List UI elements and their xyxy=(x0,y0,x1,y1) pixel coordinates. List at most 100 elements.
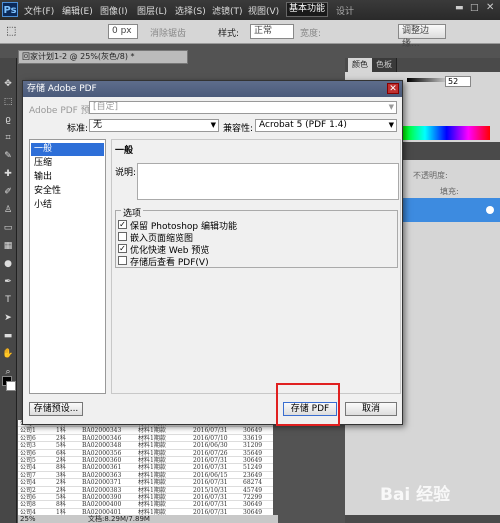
healing-icon[interactable]: ✚ xyxy=(2,168,14,180)
close-icon[interactable]: ✕ xyxy=(387,83,399,94)
cancel-button[interactable]: 取消 xyxy=(345,402,397,416)
stamp-icon[interactable]: ♙ xyxy=(2,204,14,216)
table-cell: 材料1期款 xyxy=(138,501,166,509)
table-cell: 公司6 xyxy=(20,494,36,501)
table-cell: 5科 xyxy=(56,442,66,450)
layers-fill-label: 填充: xyxy=(440,187,459,196)
keep-editing-checkbox[interactable]: ✓ xyxy=(118,220,127,229)
table-cell: 2科 xyxy=(56,486,66,494)
menu-select[interactable]: 选择(S) xyxy=(175,4,206,17)
table-cell: 公司2 xyxy=(20,486,36,494)
refine-edge-button[interactable]: 调整边缘... xyxy=(398,24,446,49)
category-output[interactable]: 输出 xyxy=(31,171,104,184)
table-cell: 23649 xyxy=(243,471,263,479)
menu-filter[interactable]: 滤镜(T) xyxy=(212,4,243,17)
width-label: 宽度: xyxy=(300,29,322,39)
document-size: 文档:8.29M/7.89M xyxy=(88,515,150,523)
lasso-icon[interactable]: ϱ xyxy=(2,114,14,126)
table-cell: BA02000400 xyxy=(82,501,122,509)
table-row: 公司8 8科 BA02000400 材料1期款 2016/07/31 30649 xyxy=(18,501,273,509)
table-cell: 33619 xyxy=(243,434,263,442)
embed-thumbnails-checkbox[interactable] xyxy=(118,232,127,241)
tab-swatches[interactable]: 色板 xyxy=(372,58,397,72)
chevron-down-icon: ▼ xyxy=(210,121,216,129)
standard-select[interactable]: 无 ▼ xyxy=(89,119,219,132)
eraser-icon[interactable]: ▭ xyxy=(2,222,14,234)
document-canvas[interactable]: 公司66科BA02000339材料1期款2015/07/0120615公司11科… xyxy=(18,420,273,517)
table-cell: 公司7 xyxy=(20,471,36,479)
menu-image[interactable]: 图像(I) xyxy=(100,4,128,17)
table-cell: 3科 xyxy=(56,471,66,479)
maximize-icon[interactable]: □ xyxy=(470,3,480,15)
standard-label: 标准: xyxy=(67,124,89,134)
compat-label: 兼容性: xyxy=(223,124,254,134)
table-cell: 公司6 xyxy=(20,434,36,442)
document-tab[interactable]: 回家计划1-2 @ 25%(灰色/8) * xyxy=(18,50,188,64)
category-summary[interactable]: 小结 xyxy=(31,199,104,212)
pen-icon[interactable]: ✒ xyxy=(2,276,14,288)
layer-lock-icon xyxy=(486,206,494,214)
type-icon[interactable]: T xyxy=(2,294,14,306)
table-cell: BA02000343 xyxy=(82,427,122,435)
feather-input[interactable]: 0 px xyxy=(108,24,138,39)
table-cell: 30649 xyxy=(243,427,263,435)
table-cell: 2016/07/31 xyxy=(193,427,228,435)
table-cell: BA02000371 xyxy=(82,479,122,487)
dialog-title: 存储 Adobe PDF xyxy=(23,81,402,97)
close-icon[interactable]: ✕ xyxy=(486,2,496,14)
compat-select[interactable]: Acrobat 5 (PDF 1.4) ▼ xyxy=(255,119,397,132)
menu-edit[interactable]: 编辑(E) xyxy=(62,4,93,17)
table-cell: 35649 xyxy=(243,449,263,457)
eyedropper-icon[interactable]: ✎ xyxy=(2,150,14,162)
shape-icon[interactable]: ▬ xyxy=(2,330,14,342)
table-cell: 材料1期款 xyxy=(138,427,166,435)
menu-view[interactable]: 视图(V) xyxy=(248,4,279,17)
status-bar: 25% 文档:8.29M/7.89M xyxy=(18,515,278,523)
marquee-tool-icon[interactable]: ⬚ xyxy=(6,24,16,37)
path-select-icon[interactable]: ➤ xyxy=(2,312,14,324)
background-color[interactable] xyxy=(6,381,16,391)
category-compression[interactable]: 压缩 xyxy=(31,157,104,170)
table-cell: 5科 xyxy=(56,494,66,501)
chevron-down-icon: ▼ xyxy=(388,121,394,129)
workspace-design[interactable]: 设计 xyxy=(336,4,354,17)
antialias-checkbox[interactable]: 消除锯齿 xyxy=(150,26,186,39)
table-cell: 材料1期款 xyxy=(138,434,166,442)
selected-layer[interactable] xyxy=(400,198,500,222)
options-bar: ⬚ 0 px 消除锯齿 样式: 正常 宽度: 调整边缘... xyxy=(0,20,500,49)
marquee-icon[interactable]: ⬚ xyxy=(2,96,14,108)
zoom-level[interactable]: 25% xyxy=(20,515,36,523)
table-cell: 6科 xyxy=(56,449,66,457)
hand-icon[interactable]: ✋ xyxy=(2,348,14,360)
table-cell: 公司4 xyxy=(20,464,36,472)
description-label: 说明: xyxy=(115,168,137,178)
save-preset-button[interactable]: 存储预设... xyxy=(29,402,83,416)
description-field[interactable] xyxy=(137,163,399,200)
baidu-watermark: Bai 经验 xyxy=(380,485,451,505)
style-select[interactable]: 正常 xyxy=(250,24,294,39)
compat-value: Acrobat 5 (PDF 1.4) xyxy=(259,120,347,130)
crop-icon[interactable]: ⌗ xyxy=(2,132,14,144)
table-cell: 8科 xyxy=(56,501,66,509)
workspace-button[interactable]: 基本功能 xyxy=(286,2,328,17)
table-cell: 材料1期款 xyxy=(138,442,166,450)
table-cell: 51249 xyxy=(243,464,263,472)
table-cell: 2016/07/31 xyxy=(193,494,228,501)
minimize-icon[interactable]: ▬ xyxy=(455,3,465,15)
gradient-icon[interactable]: ▦ xyxy=(2,240,14,252)
category-general[interactable]: 一般 xyxy=(31,143,104,156)
table-cell: 30649 xyxy=(243,501,263,509)
menu-layer[interactable]: 图层(L) xyxy=(137,4,167,17)
menu-file[interactable]: 文件(F) xyxy=(24,4,54,17)
fast-web-view-checkbox[interactable]: ✓ xyxy=(118,244,127,253)
table-cell: 公司8 xyxy=(20,501,36,509)
category-security[interactable]: 安全性 xyxy=(31,185,104,198)
dodge-icon[interactable]: ● xyxy=(2,258,14,270)
move-tool-icon[interactable]: ✥ xyxy=(2,78,14,90)
view-after-save-checkbox[interactable] xyxy=(118,256,127,265)
brush-icon[interactable]: ✐ xyxy=(2,186,14,198)
preset-select[interactable]: [自定] ▼ xyxy=(89,101,397,114)
table-cell: BA02000390 xyxy=(82,494,122,501)
color-value[interactable]: 52 xyxy=(445,76,471,87)
tab-color[interactable]: 颜色 xyxy=(348,58,373,72)
